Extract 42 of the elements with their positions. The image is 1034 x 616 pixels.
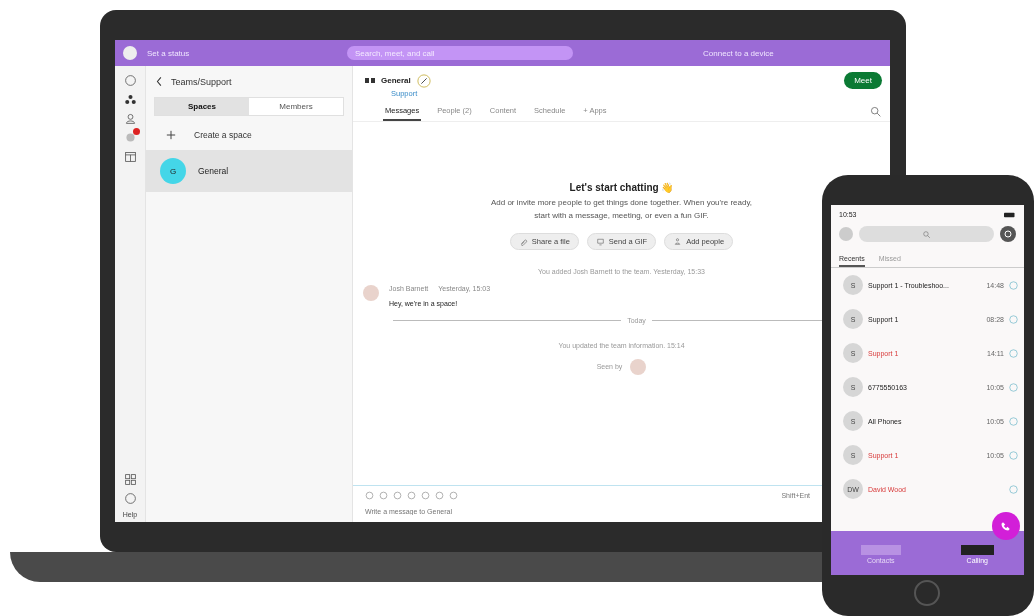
info-icon[interactable] [1009, 484, 1018, 494]
teams-icon[interactable] [123, 93, 137, 106]
info-icon[interactable] [1009, 382, 1018, 392]
pencil-icon[interactable] [416, 73, 431, 88]
search-icon [922, 229, 931, 239]
person-icon[interactable] [123, 112, 137, 125]
plus-icon[interactable] [166, 130, 176, 140]
panel-title: Teams/Support [171, 76, 232, 87]
search-field[interactable]: Search, meet, and call [347, 46, 573, 60]
info-icon[interactable] [1009, 450, 1018, 460]
help-icon[interactable] [123, 492, 137, 505]
space-item[interactable]: G General [146, 150, 352, 192]
avatar [363, 284, 379, 301]
create-space-link[interactable]: Create a space [194, 130, 252, 140]
avatar[interactable] [839, 227, 853, 241]
meet-button[interactable]: Meet [844, 72, 882, 89]
space-title: General [381, 76, 411, 85]
calendar-icon[interactable] [123, 150, 137, 163]
info-icon[interactable] [1009, 348, 1018, 358]
home-button[interactable] [914, 580, 940, 606]
apps-icon[interactable] [123, 473, 137, 486]
dial-button[interactable] [992, 512, 1020, 540]
avatar [630, 358, 647, 375]
status-icon [365, 78, 375, 83]
search-field[interactable] [859, 226, 994, 242]
gif-icon [595, 236, 605, 246]
info-icon[interactable] [1009, 314, 1018, 324]
space-avatar: G [160, 158, 186, 184]
segment-tab[interactable]: Spaces [155, 98, 249, 115]
welcome-text: Add or invite more people to get things done together. When you're ready, start with a message, meeting, or even a fun GIF. [489, 197, 754, 222]
battery-icon [1004, 211, 1016, 218]
settings-icon[interactable] [1000, 226, 1016, 242]
back-icon[interactable] [156, 76, 163, 87]
info-icon[interactable] [1009, 280, 1018, 290]
chat-icon[interactable] [123, 74, 137, 87]
person-icon [673, 236, 683, 246]
paperclip-icon [518, 236, 528, 246]
search-icon[interactable] [869, 105, 882, 118]
avatar[interactable] [123, 46, 137, 60]
welcome-title: Let's start chatting 👋 [569, 182, 674, 193]
phone-icon [1000, 520, 1012, 532]
info-icon[interactable] [1009, 416, 1018, 426]
